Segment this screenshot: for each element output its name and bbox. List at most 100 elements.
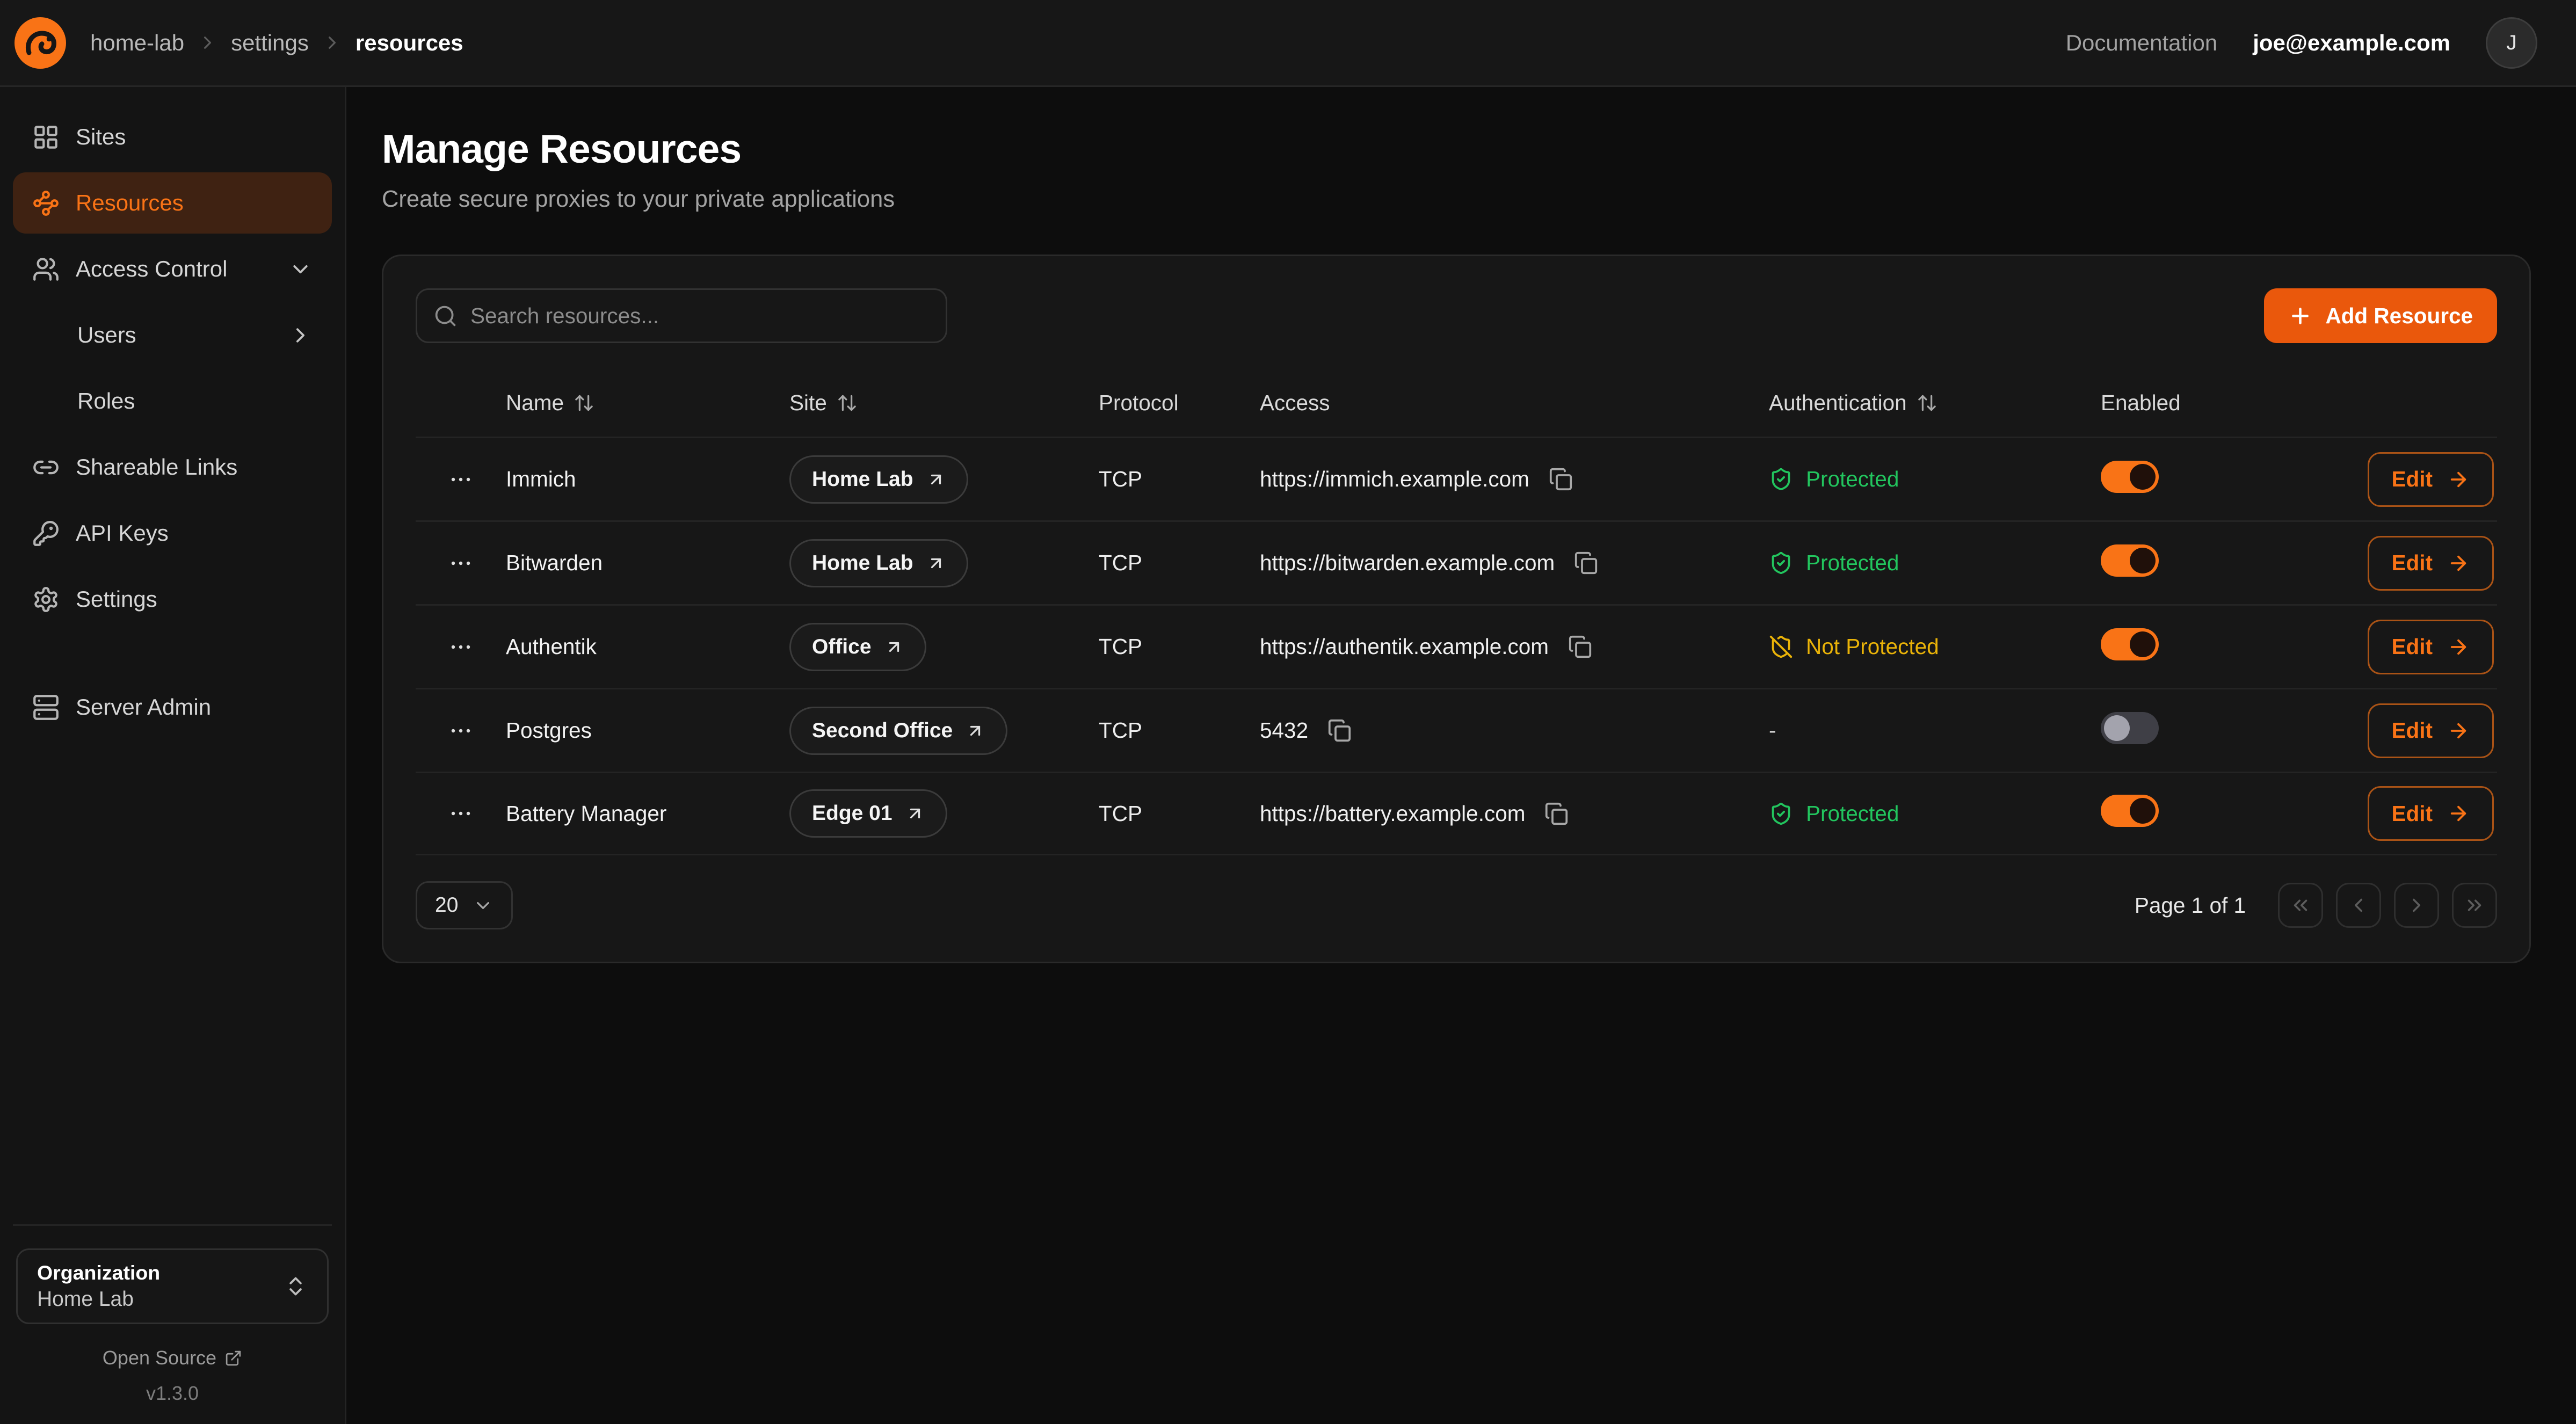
row-menu-button[interactable] — [441, 628, 480, 666]
site-link-button[interactable]: Home Lab — [789, 455, 968, 504]
auth-status: Protected — [1769, 467, 2101, 492]
breadcrumb-settings[interactable]: settings — [231, 30, 309, 56]
organization-label: Organization — [37, 1261, 284, 1284]
edit-label: Edit — [2392, 801, 2433, 826]
enabled-toggle[interactable] — [2101, 628, 2159, 660]
enabled-toggle[interactable] — [2101, 544, 2159, 577]
sidebar-item-roles[interactable]: Roles — [13, 370, 332, 432]
topbar: home-lab settings resources Documentatio… — [0, 0, 2576, 87]
edit-button[interactable]: Edit — [2368, 786, 2494, 841]
sidebar-item-users[interactable]: Users — [13, 304, 332, 366]
breadcrumb-org[interactable]: home-lab — [90, 30, 184, 56]
site-link-button[interactable]: Office — [789, 623, 926, 671]
copy-icon — [1327, 718, 1352, 743]
header-name[interactable]: Name — [506, 390, 789, 416]
sidebar-item-access-control[interactable]: Access Control — [13, 238, 332, 300]
last-page-button[interactable] — [2452, 883, 2497, 928]
row-menu-button[interactable] — [441, 460, 480, 499]
sidebar-item-resources[interactable]: Resources — [13, 172, 332, 234]
edit-button[interactable]: Edit — [2368, 452, 2494, 507]
edit-button[interactable]: Edit — [2368, 703, 2494, 758]
organization-selector[interactable]: Organization Home Lab — [16, 1248, 329, 1324]
header-access: Access — [1260, 390, 1769, 416]
sidebar-item-label: Sites — [76, 124, 126, 150]
previous-page-button[interactable] — [2336, 883, 2381, 928]
enabled-toggle[interactable] — [2101, 795, 2159, 827]
sidebar-item-settings[interactable]: Settings — [13, 569, 332, 630]
row-menu-button[interactable] — [441, 711, 480, 750]
edit-label: Edit — [2392, 467, 2433, 492]
page-size-select[interactable]: 20 — [416, 881, 513, 929]
search-input[interactable] — [470, 303, 930, 329]
resource-name: Battery Manager — [506, 801, 789, 826]
enabled-toggle[interactable] — [2101, 461, 2159, 493]
copy-button[interactable] — [1565, 631, 1595, 662]
sidebar-item-api-keys[interactable]: API Keys — [13, 503, 332, 564]
sidebar-item-sites[interactable]: Sites — [13, 106, 332, 168]
breadcrumb-current-page: resources — [355, 30, 463, 56]
auth-status-label: Not Protected — [1806, 634, 1939, 659]
shield-off-icon — [1769, 635, 1793, 659]
table-header-row: Name Site Protocol — [416, 369, 2497, 437]
arrow-up-right-icon — [966, 721, 985, 740]
arrow-up-right-icon — [926, 554, 946, 573]
user-email[interactable]: joe@example.com — [2253, 30, 2450, 56]
resource-access-url: https://battery.example.com — [1260, 801, 1525, 826]
open-source-link[interactable]: Open Source — [16, 1347, 329, 1369]
documentation-link[interactable]: Documentation — [2066, 30, 2218, 56]
add-resource-label: Add Resource — [2325, 303, 2473, 329]
ellipsis-icon — [448, 634, 474, 660]
row-menu-button[interactable] — [441, 544, 480, 583]
sidebar-item-label: Shareable Links — [76, 454, 237, 480]
chevron-right-icon — [197, 32, 218, 53]
header-site-label: Site — [789, 390, 827, 416]
resource-protocol: TCP — [1099, 634, 1260, 659]
first-page-button[interactable] — [2278, 883, 2323, 928]
sidebar-item-label: Settings — [76, 586, 157, 612]
copy-icon — [1568, 635, 1592, 659]
resource-access-url: https://authentik.example.com — [1260, 634, 1549, 659]
enabled-toggle[interactable] — [2101, 712, 2159, 744]
ellipsis-icon — [448, 801, 474, 826]
table-row: Postgres Second Office TCP 5432 - Edit — [416, 688, 2497, 772]
header-site[interactable]: Site — [789, 390, 1099, 416]
next-page-button[interactable] — [2394, 883, 2439, 928]
toggle-knob — [2130, 798, 2156, 824]
sidebar-item-label: API Keys — [76, 520, 169, 546]
add-resource-button[interactable]: Add Resource — [2264, 288, 2497, 343]
edit-label: Edit — [2392, 634, 2433, 659]
organization-text: Organization Home Lab — [37, 1261, 284, 1311]
toggle-knob — [2104, 715, 2130, 741]
site-link-button[interactable]: Home Lab — [789, 539, 968, 587]
site-link-button[interactable]: Edge 01 — [789, 789, 947, 838]
arrow-right-icon — [2447, 468, 2470, 491]
site-link-button[interactable]: Second Office — [789, 707, 1007, 755]
card-toolbar: Add Resource — [416, 288, 2497, 343]
search-box — [416, 288, 947, 343]
page-indicator: Page 1 of 1 — [2135, 893, 2246, 918]
copy-button[interactable] — [1541, 798, 1572, 829]
resources-card: Add Resource Name Site — [382, 255, 2531, 963]
header-authentication[interactable]: Authentication — [1769, 390, 2101, 416]
body-layout: Sites Resources Access Control — [0, 87, 2576, 1424]
organization-value: Home Lab — [37, 1288, 284, 1311]
copy-button[interactable] — [1545, 464, 1576, 495]
user-avatar[interactable]: J — [2486, 17, 2537, 69]
site-name: Second Office — [812, 719, 953, 743]
sidebar-item-server-admin[interactable]: Server Admin — [13, 677, 332, 738]
row-menu-button[interactable] — [441, 794, 480, 833]
resource-protocol: TCP — [1099, 718, 1260, 743]
header-enabled-label: Enabled — [2101, 390, 2181, 416]
arrow-up-right-icon — [926, 470, 946, 489]
copy-button[interactable] — [1571, 548, 1601, 578]
header-authentication-label: Authentication — [1769, 390, 1907, 416]
edit-button[interactable]: Edit — [2368, 620, 2494, 674]
sidebar-item-label: Server Admin — [76, 694, 211, 720]
edit-button[interactable]: Edit — [2368, 536, 2494, 591]
chevron-down-icon — [473, 895, 494, 916]
card-footer: 20 Page 1 of 1 — [416, 881, 2497, 929]
resource-access-url: https://bitwarden.example.com — [1260, 550, 1555, 576]
copy-button[interactable] — [1324, 715, 1355, 746]
sidebar-item-label: Resources — [76, 190, 184, 216]
sidebar-item-shareable-links[interactable]: Shareable Links — [13, 437, 332, 498]
